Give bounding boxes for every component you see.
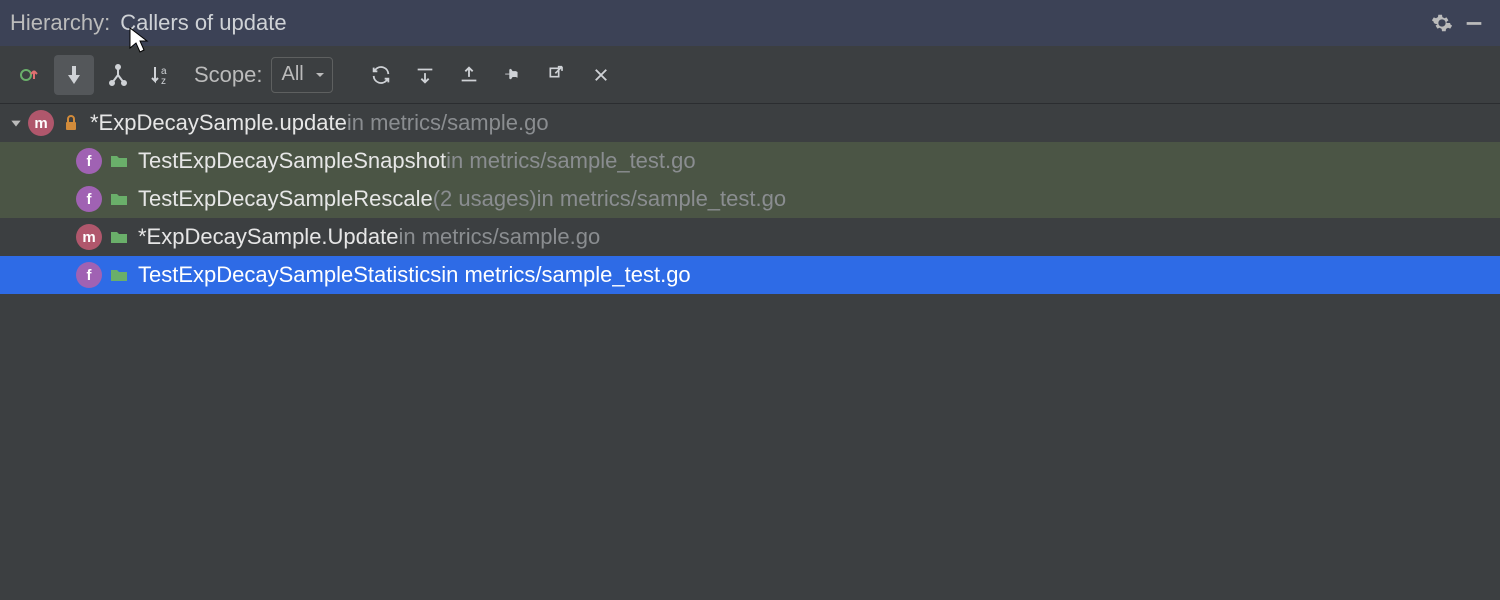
method-badge-icon: m	[76, 224, 102, 250]
scope-value: All	[282, 63, 304, 86]
node-path: in metrics/sample_test.go	[441, 262, 690, 288]
scope-label: Scope:	[194, 62, 263, 88]
node-name: TestExpDecaySampleRescale	[138, 186, 433, 212]
folder-icon	[108, 153, 130, 169]
chevron-down-icon	[314, 69, 326, 81]
node-name: TestExpDecaySampleStatistics	[138, 262, 441, 288]
tree-row[interactable]: f TestExpDecaySampleStatistics in metrics…	[0, 256, 1500, 294]
sort-alpha-icon[interactable]: az	[142, 55, 182, 95]
expand-arrow-icon[interactable]	[6, 116, 26, 130]
function-badge-icon: f	[76, 186, 102, 212]
minimize-icon[interactable]	[1458, 7, 1490, 39]
tree-row[interactable]: m *ExpDecaySample.update in metrics/sampl…	[0, 104, 1500, 142]
function-badge-icon: f	[76, 148, 102, 174]
subtypes-hierarchy-icon[interactable]	[98, 55, 138, 95]
svg-text:z: z	[161, 76, 166, 87]
titlebar: Hierarchy: Callers of update	[0, 0, 1500, 46]
gear-icon[interactable]	[1426, 7, 1458, 39]
export-icon[interactable]	[537, 55, 577, 95]
close-icon[interactable]	[581, 55, 621, 95]
hierarchy-tree[interactable]: m *ExpDecaySample.update in metrics/sampl…	[0, 104, 1500, 600]
toolbar: az Scope: All	[0, 46, 1500, 104]
folder-icon	[108, 267, 130, 283]
function-badge-icon: f	[76, 262, 102, 288]
node-name: TestExpDecaySampleSnapshot	[138, 148, 446, 174]
node-path: in metrics/sample.go	[398, 224, 600, 250]
panel-title: Callers of update	[120, 10, 286, 36]
folder-icon	[108, 229, 130, 245]
tree-row[interactable]: f TestExpDecaySampleSnapshot in metrics/s…	[0, 142, 1500, 180]
usages-count: (2 usages)	[433, 186, 537, 212]
tree-row[interactable]: m *ExpDecaySample.Update in metrics/sampl…	[0, 218, 1500, 256]
node-path: in metrics/sample.go	[347, 110, 549, 136]
node-name: *ExpDecaySample.Update	[138, 224, 398, 250]
tree-row[interactable]: f TestExpDecaySampleRescale (2 usages) in…	[0, 180, 1500, 218]
folder-icon	[108, 191, 130, 207]
caller-hierarchy-icon[interactable]	[10, 55, 50, 95]
pin-icon[interactable]	[493, 55, 533, 95]
lock-icon	[60, 114, 82, 132]
method-badge-icon: m	[28, 110, 54, 136]
node-path: in metrics/sample_test.go	[537, 186, 786, 212]
expand-all-icon[interactable]	[405, 55, 445, 95]
collapse-all-icon[interactable]	[449, 55, 489, 95]
node-name: *ExpDecaySample.update	[90, 110, 347, 136]
callee-hierarchy-icon[interactable]	[54, 55, 94, 95]
scope-select[interactable]: All	[271, 57, 333, 93]
refresh-icon[interactable]	[361, 55, 401, 95]
node-path: in metrics/sample_test.go	[446, 148, 695, 174]
panel-title-prefix: Hierarchy:	[10, 10, 110, 36]
